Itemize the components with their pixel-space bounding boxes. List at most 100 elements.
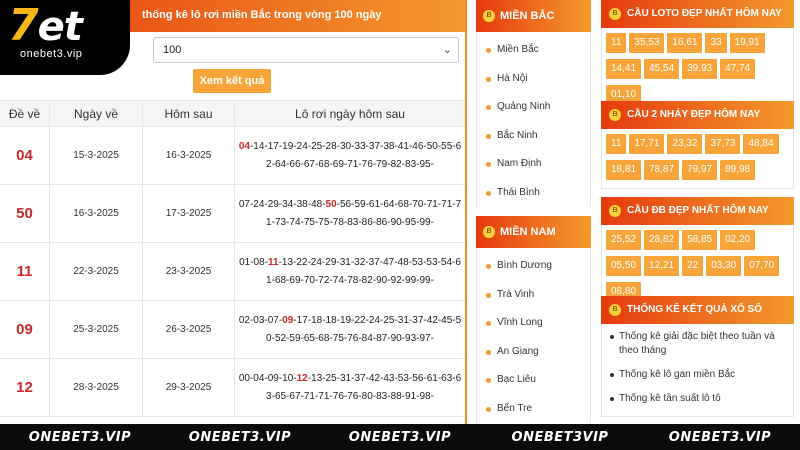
lo-roi-after: -17-18-18-19-22-24-25-31-37-42-45-50-52-…: [266, 314, 462, 344]
number-tag[interactable]: 58,85: [682, 230, 718, 250]
number-tag[interactable]: 33: [705, 33, 727, 53]
number-tag[interactable]: 47,74: [720, 59, 756, 79]
table-body: 04 15-3-2025 16-3-2025 04-14-17-19-24-25-28…: [0, 127, 466, 417]
ngay-ve-value: 15-3-2025: [50, 127, 143, 184]
header-de-ve: Đề về: [0, 101, 50, 126]
view-results-button[interactable]: Xem kết quả: [193, 69, 271, 93]
caudb-panel: B CẦU ĐB ĐẸP NHẤT HÔM NAY 25,52 28,82 58,8…: [601, 197, 794, 311]
number-tag[interactable]: 07,70: [744, 256, 780, 276]
table-row: 04 15-3-2025 16-3-2025 04-14-17-19-24-25-28…: [0, 127, 466, 185]
number-tag[interactable]: 18,81: [606, 160, 642, 180]
hom-sau-value: 26-3-2025: [143, 301, 235, 358]
number-tag[interactable]: 11: [606, 33, 627, 53]
number-tag[interactable]: 19,91: [729, 33, 765, 53]
de-ve-value: 12: [0, 359, 50, 416]
cau2-panel: B CẦU 2 NHÁY ĐẸP HÔM NAY 11 17,71 23,32 37,…: [601, 101, 794, 189]
lo-roi-highlight: 09: [282, 314, 294, 326]
number-tag[interactable]: 02,20: [720, 230, 756, 250]
watermark-bar: ONEBET3.VIP ONEBET3.VIP ONEBET3.VIP ONEBET3…: [0, 424, 800, 450]
lo-roi-before: 00-04-09-10-: [238, 372, 297, 384]
watermark-text: ONEBET3.VIP: [348, 429, 452, 445]
number-tag[interactable]: 37,73: [705, 134, 741, 154]
mien-bac-panel: B MIỀN BẮC Miền Bắc Hà Nội Quảng Ninh Bắc N…: [476, 0, 591, 207]
watermark-text: ONEBET3.VIP: [188, 429, 292, 445]
caudb-title: CẦU ĐB ĐẸP NHẤT HÔM NAY: [627, 205, 769, 216]
number-tag[interactable]: 05,50: [606, 256, 642, 276]
number-tag[interactable]: 78,87: [644, 160, 680, 180]
thongke-header: B THỐNG KÊ KẾT QUẢ XỔ SỐ: [601, 296, 794, 324]
number-tag[interactable]: 39,93: [682, 59, 718, 79]
header-hom-sau: Hôm sau: [143, 101, 235, 126]
lo-roi-after: -13-22-24-29-31-32-37-47-48-53-53-54-61-…: [266, 256, 461, 286]
header-ngay-ve: Ngày về: [50, 101, 143, 126]
lo-roi-cell: 04-14-17-19-24-25-28-30-33-37-38-41-46-5…: [235, 127, 466, 184]
number-tag[interactable]: 28,82: [644, 230, 680, 250]
watermark-text: ONEBET3.VIP: [668, 429, 772, 445]
number-tag[interactable]: 79,97: [682, 160, 718, 180]
number-tag[interactable]: 23,32: [667, 134, 703, 154]
de-ve-value: 11: [0, 243, 50, 300]
onebet-logo[interactable]: 7et onebet3.vip: [0, 0, 130, 75]
region-link[interactable]: Quảng Ninh: [477, 93, 590, 122]
chevron-down-icon: ⌄: [442, 44, 452, 56]
number-tag[interactable]: 45,54: [644, 59, 680, 79]
coin-icon: B: [609, 8, 621, 20]
coin-icon: B: [609, 304, 621, 316]
region-link[interactable]: Miền Bắc: [477, 36, 590, 65]
watermark-text: ONEBET3.VIP: [28, 429, 132, 445]
days-select-value: 100: [163, 44, 182, 56]
number-tag[interactable]: 11: [606, 134, 627, 154]
ngay-ve-value: 16-3-2025: [50, 185, 143, 242]
region-link[interactable]: Bến Tre: [477, 395, 590, 424]
region-link[interactable]: Bạc Liêu: [477, 366, 590, 395]
coin-icon: B: [609, 205, 621, 217]
region-link[interactable]: Thái Bình: [477, 179, 590, 208]
region-link[interactable]: An Giang: [477, 338, 590, 367]
number-tag[interactable]: 35,53: [629, 33, 665, 53]
lo-roi-after: -14-17-19-24-25-28-30-33-37-38-41-46-50-…: [249, 140, 462, 170]
mien-nam-title: MIỀN NAM: [500, 226, 556, 238]
days-select[interactable]: 100 ⌄: [153, 37, 459, 63]
stats-link[interactable]: Thống kê lô gan miền Bắc: [610, 368, 787, 382]
lo-roi-cell: 07-24-29-34-38-48-50-56-59-61-64-68-70-7…: [235, 185, 466, 242]
mien-bac-header: B MIỀN BẮC: [476, 0, 591, 32]
ngay-ve-value: 28-3-2025: [50, 359, 143, 416]
table-row: 12 28-3-2025 29-3-2025 00-04-09-10-12-13-25…: [0, 359, 466, 417]
table-row: 11 22-3-2025 23-3-2025 01-08-11-13-22-24-29…: [0, 243, 466, 301]
region-link[interactable]: Trà Vinh: [477, 281, 590, 310]
coin-icon: B: [483, 226, 495, 238]
table-row: 09 25-3-2025 26-3-2025 02-03-07-09-17-18-18…: [0, 301, 466, 359]
region-link[interactable]: Vĩnh Long: [477, 309, 590, 338]
cau2-tags: 11 17,71 23,32 37,73 48,84 18,81 78,87 79,97 89,…: [601, 129, 794, 189]
left-panel-border: [465, 0, 467, 424]
lo-roi-before: 07-24-29-34-38-48-: [238, 198, 326, 210]
number-tag[interactable]: 12,21: [644, 256, 680, 276]
lo-roi-highlight: 11: [267, 256, 279, 268]
lo-roi-cell: 01-08-11-13-22-24-29-31-32-37-47-48-53-5…: [235, 243, 466, 300]
number-tag[interactable]: 48,84: [743, 134, 779, 154]
region-link[interactable]: Bình Dương: [477, 252, 590, 281]
region-link[interactable]: Bắc Ninh: [477, 122, 590, 151]
mien-nam-panel: B MIỀN NAM Bình Dương Trà Vinh Vĩnh Long An…: [476, 216, 591, 423]
stats-link[interactable]: Thống kê tần suất lô tô: [610, 392, 787, 406]
region-link[interactable]: Hà Nội: [477, 65, 590, 94]
hom-sau-value: 29-3-2025: [143, 359, 235, 416]
mien-bac-title: MIỀN BẮC: [500, 10, 555, 22]
results-table: Đề về Ngày về Hôm sau Lô rơi ngày hôm sa…: [0, 100, 466, 417]
table-row: 50 16-3-2025 17-3-2025 07-24-29-34-38-48-50…: [0, 185, 466, 243]
thongke-title: THỐNG KÊ KẾT QUẢ XỔ SỐ: [627, 304, 763, 315]
number-tag[interactable]: 89,98: [720, 160, 756, 180]
caudb-header: B CẦU ĐB ĐẸP NHẤT HÔM NAY: [601, 197, 794, 225]
lo-roi-before: 02-03-07-: [238, 314, 283, 326]
number-tag[interactable]: 22: [682, 256, 704, 276]
stats-link[interactable]: Thống kê giải đặc biệt theo tuần và theo…: [610, 330, 787, 358]
number-tag[interactable]: 17,71: [629, 134, 665, 154]
region-link[interactable]: Nam Định: [477, 150, 590, 179]
cau2-title: CẦU 2 NHÁY ĐẸP HÔM NAY: [627, 109, 761, 120]
number-tag[interactable]: 16,61: [667, 33, 703, 53]
page-title: thống kê lô rơi miền Bắc trong vòng 100 …: [142, 9, 382, 21]
number-tag[interactable]: 03,30: [706, 256, 742, 276]
number-tag[interactable]: 14,41: [606, 59, 642, 79]
number-tag[interactable]: 25,52: [606, 230, 642, 250]
loto-header: B CẦU LOTO ĐẸP NHẤT HÔM NAY: [601, 0, 794, 28]
